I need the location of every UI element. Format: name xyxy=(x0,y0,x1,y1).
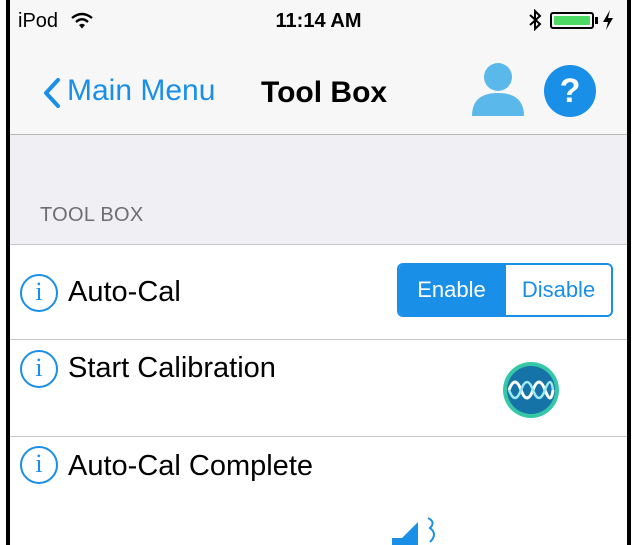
info-icon[interactable]: i xyxy=(20,274,58,312)
auto-cal-segmented-control: Enable Disable xyxy=(397,263,613,317)
chevron-left-icon xyxy=(44,78,60,108)
row-divider xyxy=(10,339,627,340)
battery-icon xyxy=(550,12,594,29)
row-divider xyxy=(10,436,627,437)
battery-level xyxy=(554,16,590,25)
user-icon[interactable] xyxy=(470,60,526,116)
calibration-wave-icon[interactable] xyxy=(501,360,561,420)
device-frame: iPod 11:14 AM Main Menu Tool Box ? TOOL … xyxy=(0,0,637,545)
navigation-bar: Main Menu Tool Box ? xyxy=(10,40,627,135)
help-icon[interactable]: ? xyxy=(544,65,596,117)
row-label-auto-cal-complete: Auto-Cal Complete xyxy=(68,450,313,482)
section-background xyxy=(10,135,627,245)
back-button-label: Main Menu xyxy=(67,74,216,107)
battery-nub xyxy=(595,17,598,24)
section-header: TOOL BOX xyxy=(40,204,144,226)
status-bar: iPod 11:14 AM xyxy=(10,0,627,40)
segment-enable[interactable]: Enable xyxy=(399,265,504,315)
segment-disable[interactable]: Disable xyxy=(504,265,611,315)
bluetooth-icon xyxy=(529,9,542,31)
speaker-sound-icon xyxy=(392,517,435,545)
page-title: Tool Box xyxy=(261,76,388,109)
screen-border-right xyxy=(627,0,631,545)
info-icon[interactable]: i xyxy=(20,446,58,484)
app-screen: iPod 11:14 AM Main Menu Tool Box ? TOOL … xyxy=(10,0,627,545)
row-label-auto-cal: Auto-Cal xyxy=(68,276,181,308)
info-icon[interactable]: i xyxy=(20,350,58,388)
charging-bolt-icon xyxy=(603,10,613,30)
row-label-start-calibration: Start Calibration xyxy=(68,352,276,384)
